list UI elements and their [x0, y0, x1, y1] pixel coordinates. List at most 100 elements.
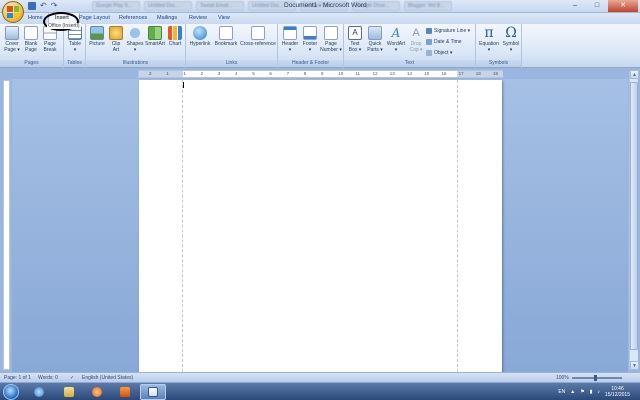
background-tab: Blogger: Wd B...	[404, 1, 452, 11]
horizontal-ruler[interactable]: 2 1 1 2 3 4 5 6 7 8 9 10 11 12 13 14 15 16 17 18 19	[138, 70, 503, 78]
taskbar-firefox[interactable]	[84, 384, 110, 400]
smartart-label: SmartArt	[145, 41, 165, 47]
volume-icon[interactable]: ♪	[597, 389, 600, 395]
quick-access-toolbar: ↶ ↷	[28, 2, 57, 10]
chart-button[interactable]: Chart	[166, 26, 184, 47]
status-bar: Page: 1 of 1 Words: 0 ✓ English (United …	[0, 372, 640, 382]
text-box-button[interactable]: A Text Box ▾	[346, 26, 364, 53]
picture-button[interactable]: Picture	[88, 26, 106, 47]
group-label-links: Links	[186, 60, 277, 67]
taskbar: EN ▲ ⚑ ▮ ♪ 10:46 15/12/2015	[0, 382, 640, 400]
page-number-icon	[324, 26, 338, 40]
media-player-icon	[120, 387, 130, 397]
text-box-icon: A	[348, 26, 362, 40]
ruler-number: 3	[217, 71, 221, 76]
quick-parts-button[interactable]: Quick Parts ▾	[365, 26, 385, 53]
start-button[interactable]	[3, 384, 19, 400]
taskbar-ie[interactable]	[26, 384, 52, 400]
tab-home[interactable]: Home	[28, 15, 43, 21]
minimize-button[interactable]: –	[564, 0, 586, 12]
vertical-scrollbar[interactable]: ▲ ▼	[629, 70, 639, 370]
word-icon	[148, 387, 158, 397]
vertical-ruler[interactable]	[3, 80, 10, 370]
close-button[interactable]: ✕	[608, 0, 638, 12]
hyperlink-button[interactable]: Hyperlink	[188, 26, 212, 47]
hyperlink-label: Hyperlink	[189, 41, 211, 47]
office-button[interactable]	[2, 1, 24, 23]
tab-mailings[interactable]: Mailings	[157, 15, 177, 21]
undo-icon[interactable]: ↶	[40, 2, 47, 10]
tray-arrow-icon[interactable]: ▲	[570, 389, 575, 395]
network-icon[interactable]: ▮	[590, 389, 593, 395]
pi-icon: π	[484, 25, 494, 41]
group-label-text: Text	[344, 60, 475, 67]
ruler-number: 1	[183, 71, 186, 76]
date-time-button[interactable]: Date & Time	[426, 39, 462, 45]
document-page[interactable]	[139, 80, 502, 372]
redo-icon[interactable]: ↷	[51, 2, 58, 10]
footer-button[interactable]: Footer ▾	[300, 26, 320, 53]
shapes-icon	[128, 26, 142, 40]
tab-references[interactable]: References	[119, 15, 147, 21]
zoom-level[interactable]: 100%	[556, 375, 569, 381]
page-count[interactable]: Page: 1 of 1	[4, 375, 31, 381]
zoom-slider-knob[interactable]	[594, 375, 597, 381]
tab-view[interactable]: View	[218, 15, 230, 21]
ruler-left-margin	[139, 71, 183, 77]
taskbar-word[interactable]	[140, 384, 166, 400]
clip-art-label: Clip Art	[111, 41, 121, 53]
picture-label: Picture	[89, 41, 105, 47]
scroll-thumb[interactable]	[630, 82, 638, 350]
equation-button[interactable]: π Equation ▾	[478, 26, 500, 53]
zoom-slider[interactable]	[572, 375, 622, 381]
clock[interactable]: 10:46 15/12/2015	[605, 386, 630, 398]
ruler-number: 9	[321, 71, 324, 76]
right-margin-guide	[457, 80, 458, 372]
symbol-button[interactable]: Ω Symbol ▾	[501, 26, 521, 53]
flag-icon[interactable]: ⚑	[580, 389, 584, 395]
ruler-number: 17	[458, 71, 464, 76]
tab-page-layout[interactable]: Page Layout	[79, 15, 110, 21]
ruler-number: 13	[389, 71, 395, 76]
cross-reference-button[interactable]: Cross-reference	[239, 26, 277, 47]
taskbar-explorer[interactable]	[56, 384, 82, 400]
scroll-down-button[interactable]: ▼	[630, 361, 639, 370]
tab-review[interactable]: Review	[189, 15, 207, 21]
maximize-button[interactable]: □	[586, 0, 608, 12]
smartart-button[interactable]: SmartArt	[144, 26, 166, 47]
save-icon[interactable]	[28, 2, 36, 10]
proofing-icon[interactable]: ✓	[70, 375, 74, 381]
wordart-button[interactable]: A WordArt ▾	[385, 26, 407, 53]
chart-icon	[168, 26, 182, 40]
ruler-number: 2	[200, 71, 204, 76]
taskbar-media[interactable]	[112, 384, 138, 400]
ruler-number: 7	[286, 71, 290, 76]
object-button[interactable]: Object ▾	[426, 50, 452, 56]
signature-line-button[interactable]: Signature Line ▾	[426, 28, 470, 34]
page-number-button[interactable]: Page Number ▾	[320, 26, 342, 53]
clip-art-button[interactable]: Clip Art	[107, 26, 125, 53]
footer-icon	[303, 26, 317, 40]
language-indicator[interactable]: English (United States)	[82, 375, 133, 381]
text-box-label: Text Box ▾	[348, 41, 362, 53]
ruler-number: 4	[235, 71, 238, 76]
bookmark-label: Bookmark	[214, 41, 238, 47]
shapes-button[interactable]: Shapes ▾	[126, 26, 144, 53]
ruler-number: 5	[252, 71, 255, 76]
group-text: A Text Box ▾ Quick Parts ▾ A WordArt ▾ A…	[344, 24, 476, 68]
window-title: Document1 - Microsoft Word	[284, 2, 367, 9]
word-count[interactable]: Words: 0	[38, 375, 58, 381]
language-indicator[interactable]: EN	[558, 389, 565, 395]
drop-cap-button[interactable]: A Drop Cap ▾	[407, 26, 425, 53]
bookmark-button[interactable]: Bookmark	[214, 26, 238, 47]
group-tables: Table ▾ Tables	[64, 24, 86, 68]
background-tab: Google Play S...	[92, 1, 140, 11]
drop-cap-icon: A	[412, 27, 420, 39]
header-button[interactable]: Header ▾	[280, 26, 300, 53]
cover-page-button[interactable]: Cover Page ▾	[3, 26, 21, 53]
wordart-icon: A	[391, 26, 401, 40]
calendar-icon	[426, 39, 432, 45]
scroll-up-button[interactable]: ▲	[630, 70, 639, 79]
chart-label: Chart	[168, 41, 182, 47]
blank-page-button[interactable]: Blank Page	[22, 26, 40, 53]
